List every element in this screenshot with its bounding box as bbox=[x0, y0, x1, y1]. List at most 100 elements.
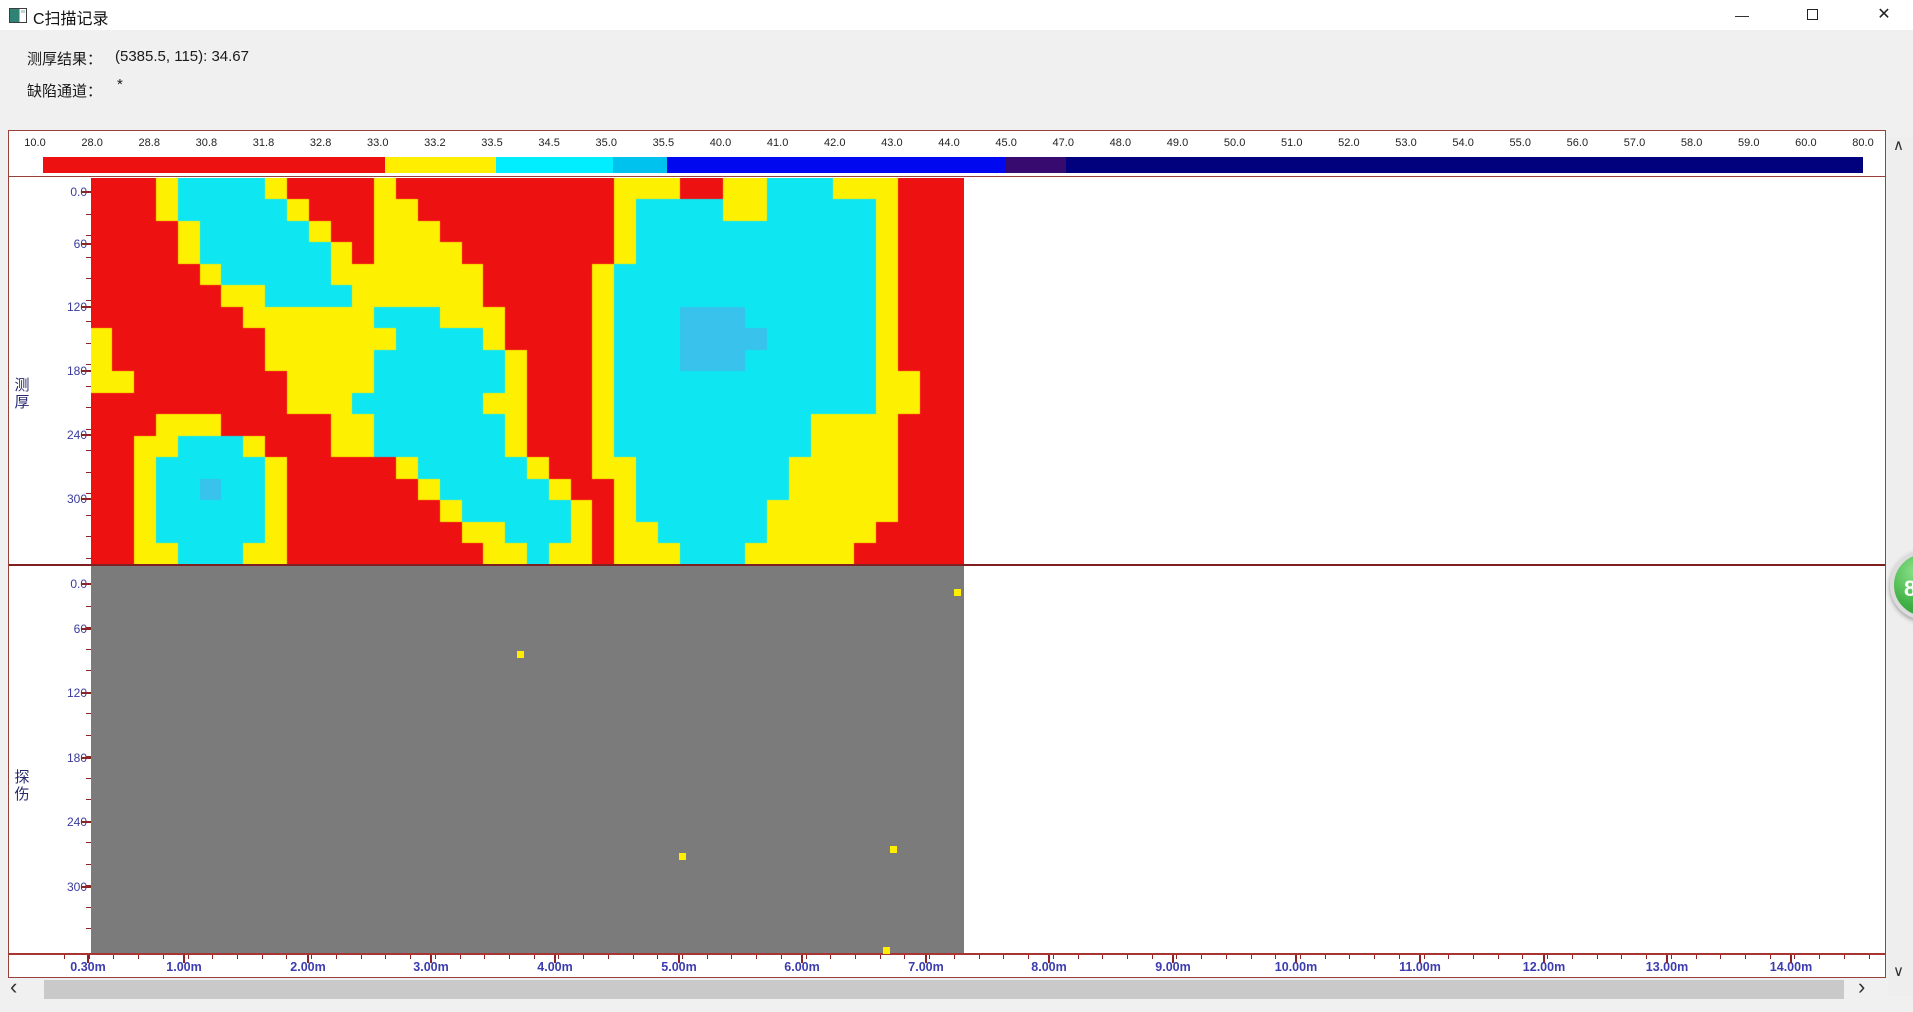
scale-tick-label: 41.0 bbox=[767, 137, 788, 149]
hscroll-right-arrow[interactable]: › bbox=[1858, 974, 1865, 1000]
y-minor-tick bbox=[86, 472, 91, 473]
y-minor-tick bbox=[86, 364, 91, 365]
close-button[interactable]: ✕ bbox=[1861, 0, 1907, 30]
x-minor-tick bbox=[657, 955, 658, 959]
x-minor-tick bbox=[1300, 955, 1301, 959]
x-minor-tick bbox=[89, 955, 90, 959]
y-minor-tick bbox=[86, 493, 91, 494]
flaw-cscan-image[interactable] bbox=[91, 566, 964, 953]
x-minor-tick bbox=[731, 955, 732, 959]
x-minor-tick bbox=[361, 955, 362, 959]
y-minor-tick bbox=[86, 321, 91, 322]
y-minor-tick bbox=[86, 606, 91, 607]
thickness-cscan-image[interactable] bbox=[91, 178, 964, 565]
thickness-result-label: 测厚结果： bbox=[27, 48, 102, 69]
scale-tick-label: 53.0 bbox=[1395, 137, 1416, 149]
x-minor-tick bbox=[1794, 955, 1795, 959]
y-minor-tick bbox=[86, 536, 91, 537]
title-bar: C扫描记录 — ✕ bbox=[0, 0, 1913, 30]
cscan-chart-area[interactable]: 测 厚 探 伤 0.0601201802403000.0601201802403… bbox=[8, 176, 1886, 978]
scale-tick-label: 30.8 bbox=[196, 137, 217, 149]
scale-tick-label: 40.0 bbox=[710, 137, 731, 149]
x-minor-tick bbox=[608, 955, 609, 959]
x-minor-tick bbox=[1201, 955, 1202, 959]
vscroll-down-arrow[interactable]: ∨ bbox=[1893, 962, 1904, 980]
y-major-tick bbox=[81, 628, 91, 630]
vscroll-up-arrow[interactable]: ∧ bbox=[1893, 136, 1904, 154]
x-major-tick bbox=[1666, 955, 1668, 963]
y-minor-tick bbox=[86, 842, 91, 843]
y-minor-tick bbox=[86, 735, 91, 736]
x-minor-tick bbox=[855, 955, 856, 959]
scale-tick-label: 80.0 bbox=[1852, 137, 1873, 149]
y-minor-tick bbox=[86, 799, 91, 800]
scale-tick-label: 56.0 bbox=[1567, 137, 1588, 149]
hscroll-left-arrow[interactable]: ‹ bbox=[10, 974, 17, 1000]
defect-point bbox=[883, 947, 890, 954]
x-major-tick bbox=[554, 955, 556, 963]
x-major-tick bbox=[1048, 955, 1050, 963]
y-minor-tick bbox=[86, 885, 91, 886]
x-axis-line bbox=[9, 953, 1885, 955]
x-minor-tick bbox=[1028, 955, 1029, 959]
scale-tick-label: 33.2 bbox=[424, 137, 445, 149]
restore-button[interactable] bbox=[1790, 0, 1836, 30]
x-minor-tick bbox=[756, 955, 757, 959]
x-major-tick bbox=[678, 955, 680, 963]
y-minor-tick bbox=[86, 343, 91, 344]
scale-tick-label: 49.0 bbox=[1167, 137, 1188, 149]
x-minor-tick bbox=[262, 955, 263, 959]
scale-tick-label: 33.5 bbox=[481, 137, 502, 149]
y-minor-tick bbox=[86, 778, 91, 779]
x-major-tick bbox=[183, 955, 185, 963]
scale-tick-label: 42.0 bbox=[824, 137, 845, 149]
defect-point bbox=[517, 651, 524, 658]
scale-segment-cyan bbox=[496, 157, 612, 173]
x-minor-tick bbox=[1399, 955, 1400, 959]
y-minor-tick bbox=[86, 692, 91, 693]
restore-icon bbox=[1807, 9, 1818, 20]
x-minor-tick bbox=[633, 955, 634, 959]
x-minor-tick bbox=[410, 955, 411, 959]
x-minor-tick bbox=[1053, 955, 1054, 959]
scale-segment-yellow bbox=[385, 157, 496, 173]
scale-segment-navy bbox=[1066, 157, 1863, 173]
defect-point bbox=[679, 853, 686, 860]
x-minor-tick bbox=[534, 955, 535, 959]
x-minor-tick bbox=[1498, 955, 1499, 959]
x-minor-tick bbox=[1078, 955, 1079, 959]
x-major-tick bbox=[1172, 955, 1174, 963]
color-scale-band bbox=[43, 157, 1863, 173]
x-minor-tick bbox=[880, 955, 881, 959]
x-minor-tick bbox=[1869, 955, 1870, 959]
y-minor-tick bbox=[86, 386, 91, 387]
y-minor-tick bbox=[86, 928, 91, 929]
x-major-tick bbox=[1543, 955, 1545, 963]
thickness-result-value: (5385.5, 115): 34.67 bbox=[115, 48, 249, 65]
minimize-button[interactable]: — bbox=[1719, 0, 1765, 30]
x-minor-tick bbox=[1819, 955, 1820, 959]
x-minor-tick bbox=[1646, 955, 1647, 959]
y-minor-tick bbox=[86, 300, 91, 301]
y-major-tick bbox=[81, 243, 91, 245]
x-minor-tick bbox=[558, 955, 559, 959]
scale-tick-label: 43.0 bbox=[881, 137, 902, 149]
x-minor-tick bbox=[979, 955, 980, 959]
x-minor-tick bbox=[682, 955, 683, 959]
y-major-tick bbox=[81, 886, 91, 888]
x-minor-tick bbox=[1102, 955, 1103, 959]
x-minor-tick bbox=[138, 955, 139, 959]
x-minor-tick bbox=[1152, 955, 1153, 959]
x-minor-tick bbox=[1745, 955, 1746, 959]
x-minor-tick bbox=[1424, 955, 1425, 959]
scale-tick-label: 10.0 bbox=[24, 137, 45, 149]
y-major-tick bbox=[81, 306, 91, 308]
x-major-tick bbox=[1295, 955, 1297, 963]
hscroll-thumb[interactable] bbox=[44, 980, 1844, 999]
scale-tick-label: 55.0 bbox=[1510, 137, 1531, 149]
x-minor-tick bbox=[707, 955, 708, 959]
scale-tick-label: 54.0 bbox=[1452, 137, 1473, 149]
window-title: C扫描记录 bbox=[33, 5, 109, 29]
x-minor-tick bbox=[336, 955, 337, 959]
y-minor-tick bbox=[86, 257, 91, 258]
